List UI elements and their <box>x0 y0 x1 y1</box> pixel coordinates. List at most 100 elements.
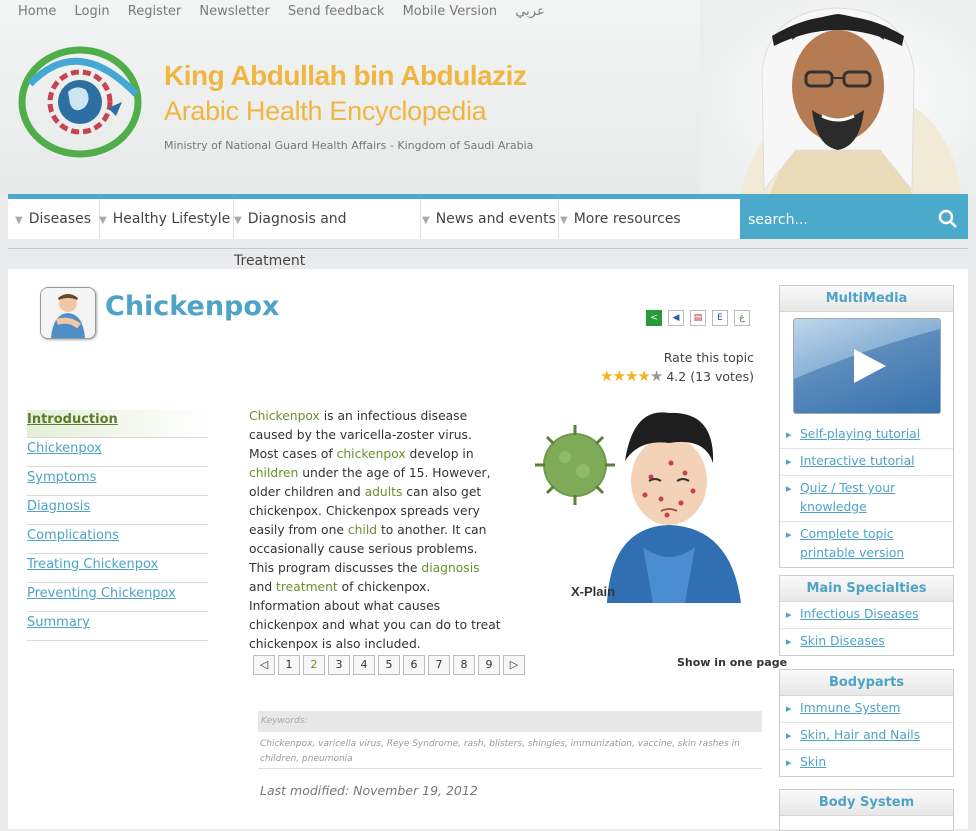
brand-ministry: Ministry of National Guard Health Affair… <box>164 139 534 152</box>
home-link[interactable]: Home <box>18 4 56 19</box>
king-portrait <box>700 0 976 194</box>
toc-complications[interactable]: Complications <box>27 526 208 554</box>
prev-page-icon[interactable]: ◁ <box>253 655 275 675</box>
body-system-title: Body System <box>780 790 953 816</box>
glossary-link[interactable]: diagnosis <box>421 561 479 575</box>
content-panel: Chickenpox < ◀ ▤ E ع Rate this topic ★★★★★ 4… <box>8 269 968 831</box>
english-version-icon[interactable]: E <box>712 309 728 326</box>
show-in-one-page-link[interactable]: Show in one page <box>677 656 787 669</box>
page-9[interactable]: 9 <box>478 655 500 675</box>
share-icon[interactable]: < <box>646 309 662 326</box>
toc-treating[interactable]: Treating Chickenpox <box>27 555 208 583</box>
arabic-link[interactable]: عربي <box>515 4 544 19</box>
rating-stars[interactable]: ★★★★★ <box>600 367 663 385</box>
glossary-link[interactable]: children <box>249 466 298 480</box>
glossary-link[interactable]: treatment <box>276 580 338 594</box>
nav-diagnosis-treatment[interactable]: ▼ Diagnosis and Treatment <box>226 199 421 269</box>
page-7[interactable]: 7 <box>428 655 450 675</box>
article-text: Chickenpox is an infectious disease caus… <box>249 407 501 654</box>
topic-icon <box>40 287 96 339</box>
nav-label: Diseases <box>28 211 92 227</box>
toc-chickenpox[interactable]: Chickenpox <box>27 439 208 467</box>
search-icon[interactable] <box>938 209 958 229</box>
page-8[interactable]: 8 <box>453 655 475 675</box>
page-3[interactable]: 3 <box>328 655 350 675</box>
toc-preventing[interactable]: Preventing Chickenpox <box>27 584 208 612</box>
nav-more-resources[interactable]: ▼ More resources <box>552 199 736 239</box>
glossary-link[interactable]: chickenpox <box>337 447 406 461</box>
last-modified: Last modified: November 19, 2012 <box>260 783 478 798</box>
speaker-icon[interactable]: ◀ <box>668 309 684 326</box>
page-4[interactable]: 4 <box>353 655 375 675</box>
nav-label: More resources <box>573 211 681 227</box>
table-of-contents: Introduction Chickenpox Symptoms Diagnos… <box>27 410 208 642</box>
nav-diseases[interactable]: ▼ Diseases <box>8 199 100 239</box>
rate-label: Rate this topic <box>663 350 754 365</box>
mobile-version-link[interactable]: Mobile Version <box>403 4 498 19</box>
search-input[interactable] <box>746 207 930 233</box>
multimedia-item[interactable]: Interactive tutorial <box>780 449 953 476</box>
next-page-icon[interactable]: ▷ <box>503 655 525 675</box>
nav-label: Healthy Lifestyle <box>112 211 231 227</box>
pagination: ◁ 1 2 3 4 5 6 7 8 9 ▷ <box>253 653 528 675</box>
main-specialties-box: Main Specialties Infectious Diseases Ski… <box>779 575 954 656</box>
multimedia-box: MultiMedia Self-playing tutorial Interac… <box>779 285 954 568</box>
illustration-caption: X-Plain <box>571 584 615 599</box>
toc-diagnosis[interactable]: Diagnosis <box>27 497 208 525</box>
multimedia-item[interactable]: Quiz / Test your knowledge <box>780 476 953 522</box>
video-thumbnail[interactable] <box>792 318 941 414</box>
dropdown-triangle-icon: ▼ <box>422 215 430 226</box>
chickenpox-illustration: X-Plain <box>535 412 741 603</box>
dropdown-triangle-icon: ▼ <box>99 215 107 226</box>
page-1[interactable]: 1 <box>278 655 300 675</box>
nav-label: Diagnosis and Treatment <box>234 211 347 269</box>
nav-label: News and events <box>435 211 556 227</box>
nav-healthy-lifestyle[interactable]: ▼ Healthy Lifestyle <box>92 199 234 239</box>
multimedia-item[interactable]: Complete topic printable version <box>780 522 953 567</box>
site-header: Home Login Register Newsletter Send feed… <box>0 0 976 194</box>
login-link[interactable]: Login <box>75 4 110 19</box>
rating-votes: (13 votes) <box>690 369 754 384</box>
bodypart-item[interactable]: Immune System <box>780 696 953 723</box>
brand-title: King Abdullah bin Abdulaziz <box>164 60 527 91</box>
specialties-title: Main Specialties <box>780 576 953 602</box>
toc-symptoms[interactable]: Symptoms <box>27 468 208 496</box>
dropdown-triangle-icon: ▼ <box>15 215 23 226</box>
article-fragment: develop in <box>405 447 474 461</box>
encyclopedia-logo[interactable] <box>18 44 146 160</box>
multimedia-item[interactable]: Self-playing tutorial <box>780 422 953 449</box>
bodypart-item[interactable]: Skin <box>780 750 953 776</box>
bodyparts-box: Bodyparts Immune System Skin, Hair and N… <box>779 669 954 777</box>
specialty-item[interactable]: Skin Diseases <box>780 629 953 655</box>
play-icon[interactable] <box>793 319 940 413</box>
page-5[interactable]: 5 <box>378 655 400 675</box>
search-box <box>740 199 968 239</box>
specialty-item[interactable]: Infectious Diseases <box>780 602 953 629</box>
rating-block: Rate this topic ★★★★★ 4.2 (13 votes) <box>600 348 754 386</box>
arabic-version-icon[interactable]: ع <box>734 309 750 326</box>
toc-summary[interactable]: Summary <box>27 613 208 641</box>
topic-tools: < ◀ ▤ E ع <box>646 307 756 326</box>
page-6[interactable]: 6 <box>403 655 425 675</box>
body-system-box: Body System <box>779 789 954 831</box>
glossary-link[interactable]: adults <box>365 485 403 499</box>
dropdown-triangle-icon: ▼ <box>560 215 568 226</box>
glossary-link[interactable]: Chickenpox <box>249 409 320 423</box>
keywords-divider <box>258 768 762 769</box>
register-link[interactable]: Register <box>128 4 182 19</box>
page-title: Chickenpox <box>105 291 280 322</box>
keywords-label: Keywords: <box>258 711 762 732</box>
page-2[interactable]: 2 <box>303 655 325 675</box>
nav-news-events[interactable]: ▼ News and events <box>414 199 559 239</box>
bodypart-item[interactable]: Skin, Hair and Nails <box>780 723 953 750</box>
keywords-text: Chickenpox, varicella virus, Reye Syndro… <box>260 739 740 764</box>
brand-subtitle: Arabic Health Encyclopedia <box>164 96 487 126</box>
newsletter-link[interactable]: Newsletter <box>199 4 269 19</box>
bodyparts-title: Bodyparts <box>780 670 953 696</box>
send-feedback-link[interactable]: Send feedback <box>288 4 385 19</box>
glossary-link[interactable]: child <box>348 523 377 537</box>
rating-value: 4.2 <box>666 369 687 384</box>
dropdown-triangle-icon: ▼ <box>234 215 242 226</box>
pdf-icon[interactable]: ▤ <box>690 309 706 326</box>
toc-introduction[interactable]: Introduction <box>27 410 208 438</box>
